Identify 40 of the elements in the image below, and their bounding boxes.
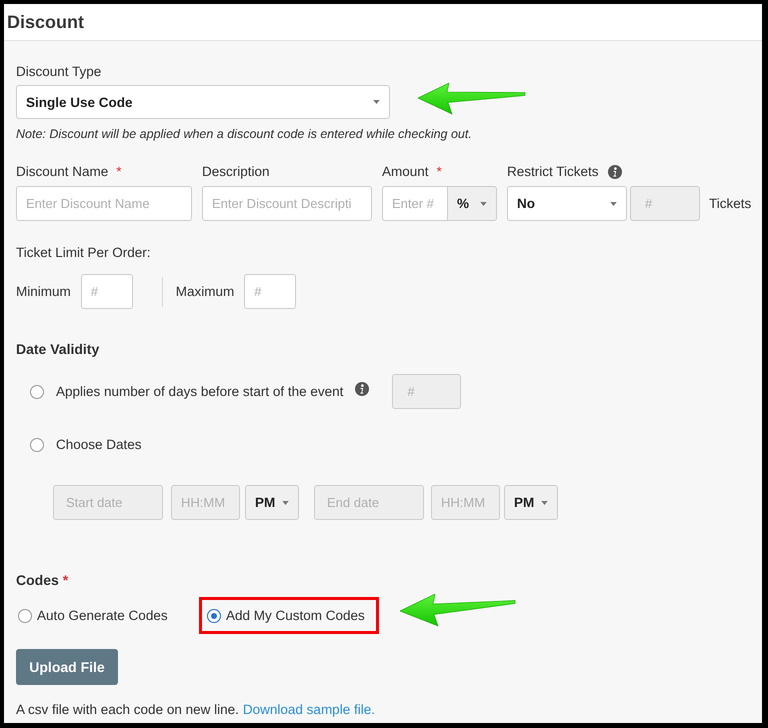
upload-file-button[interactable]: Upload File [16,649,118,685]
maximum-label: Maximum [176,282,234,300]
field-label: Ticket Limit Per Order: [16,244,151,262]
caret-icon [541,500,548,504]
discount-type-select[interactable]: Single Use Code [16,85,390,119]
caret-icon [373,100,380,104]
caret-icon [282,500,289,504]
restrict-tickets-select[interactable]: No [507,186,627,221]
field-label: Discount Name [16,163,108,181]
unit-select[interactable]: % [447,186,497,221]
help-text: A csv file with each code on new line. [16,701,239,719]
radio-button[interactable] [18,608,32,622]
info-icon [608,165,622,179]
required-marker: * [116,163,122,181]
field-label: Description [202,163,270,181]
radio-button[interactable] [207,608,221,622]
field-label: Discount Type [16,63,102,81]
tickets-label: Tickets [709,196,752,211]
option-label: Applies number of days before start of the event [56,382,344,400]
caret-icon [610,202,617,206]
amount-input[interactable]: Enter # [382,186,447,221]
required-marker: * [436,163,442,181]
required-marker: * [62,571,68,590]
caret-icon [480,202,487,206]
option-label: Auto Generate Codes [37,606,168,624]
info-icon [355,382,370,396]
maximum-input[interactable]: # [244,274,296,309]
field-label: Restrict Tickets [507,163,599,181]
page-title: Discount [7,11,84,33]
option-label: Add My Custom Codes [226,606,365,624]
field-label: Amount [382,163,429,181]
minimum-input[interactable]: # [80,274,133,309]
note-text: Note: Discount will be applied when a discount code is entered while checking out. [16,126,472,143]
option-label: Choose Dates [56,436,142,454]
radio-button[interactable] [30,438,44,452]
minimum-label: Minimum [16,282,71,300]
description-input[interactable]: Enter Discount Descripti [202,186,372,221]
section-heading: Codes [16,571,59,590]
section-heading: Date Validity [16,340,100,359]
discount-name-input[interactable]: Enter Discount Name [16,186,192,221]
